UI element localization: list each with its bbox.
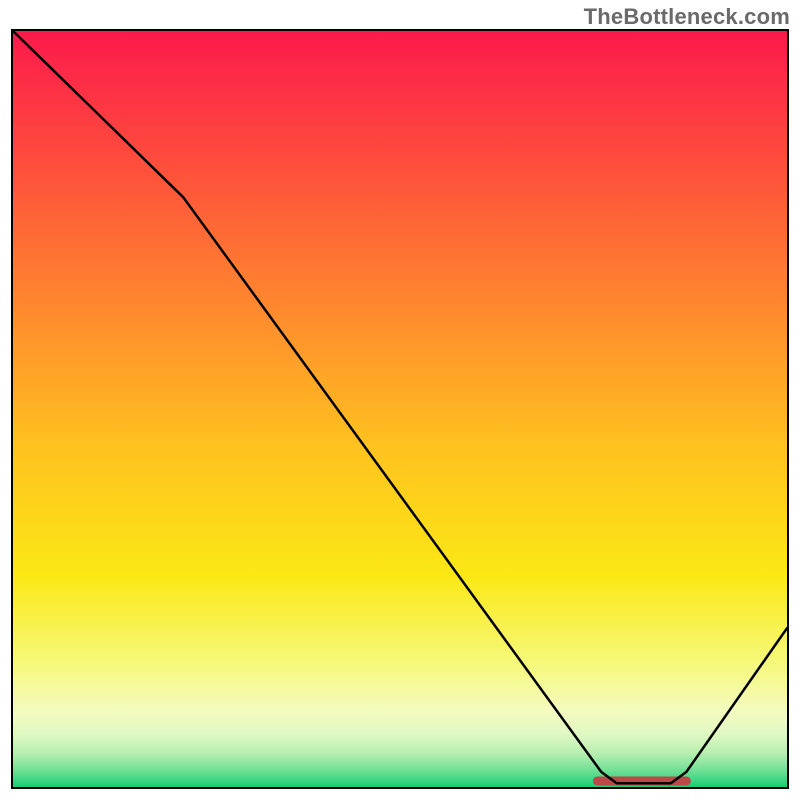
watermark-text: TheBottleneck.com [584,4,790,30]
plot-area [11,29,789,789]
gradient-line-plot [13,31,787,787]
chart-canvas: TheBottleneck.com [0,0,800,800]
